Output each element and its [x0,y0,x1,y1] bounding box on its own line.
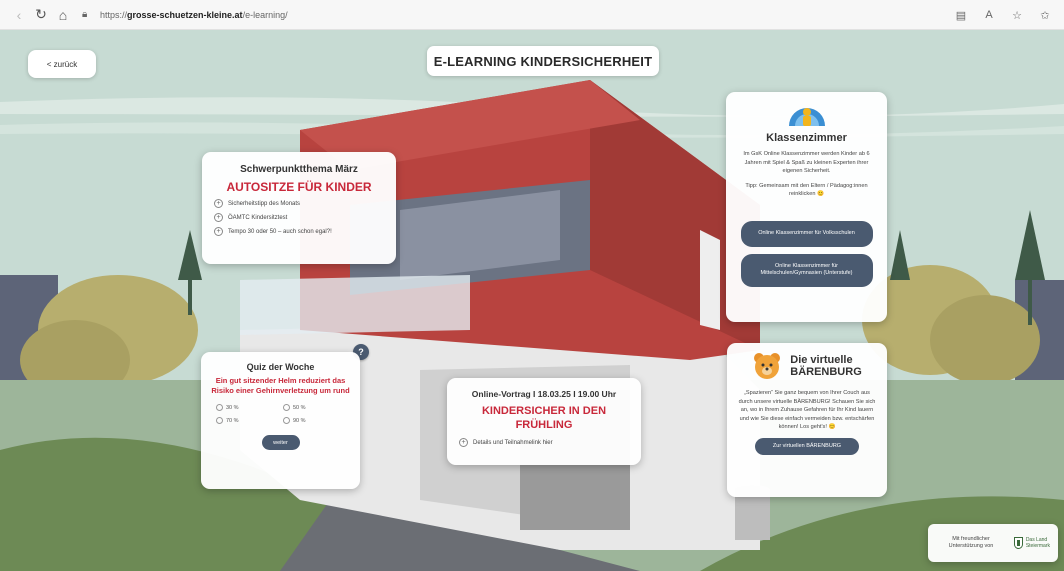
gsk-logo-icon [788,108,825,126]
radio-button[interactable] [283,417,290,424]
bear-castle-header: Die virtuelle BÄRENBURG [737,351,877,381]
topic-heading: Schwerpunktthema März [240,164,358,175]
bear-castle-card: Die virtuelle BÄRENBURG „Spazieren“ Sie … [727,343,887,497]
classroom-logo [785,98,829,128]
text-size-icon[interactable]: A [978,4,1000,26]
topic-subheading: AUTOSITZE FÜR KINDER [226,180,372,194]
quiz-option-label: 90 % [293,417,306,424]
lock-icon[interactable]: 🔒︎ [82,9,94,20]
sponsor-badge[interactable]: Mit freundlicher Unterstützung von Das L… [928,524,1058,562]
sponsor-logo: Das Land Steiermark [1013,537,1050,549]
topic-link-seat-test[interactable]: + ÖAMTC Kindersitztest [214,213,384,222]
classroom-card: Klassenzimmer Im GsK Online Klassenzimme… [726,92,887,322]
sponsor-logo-text: Das Land Steiermark [1026,537,1050,549]
bear-title-line2: BÄRENBURG [790,366,862,378]
reload-icon[interactable]: ↻ [30,4,52,26]
radio-button[interactable] [216,417,223,424]
plus-circle-icon: + [214,213,223,222]
plus-circle-icon: + [214,227,223,236]
star-icon[interactable]: ☆ [1006,4,1028,26]
url-path: /e-learning/ [242,9,288,20]
topic-card: Schwerpunktthema März AUTOSITZE FÜR KIND… [202,152,396,264]
quiz-heading: Quiz der Woche [246,362,315,372]
topic-link-tip[interactable]: + Sicherheitstipp des Monats [214,199,384,208]
classroom-tip: Tipp: Gemeinsam mit den Eltern / Pädagog… [745,182,868,198]
sponsor-logo-line2: Steiermark [1025,543,1050,549]
back-button[interactable]: < zurück [28,50,96,78]
quiz-card: Quiz der Woche Ein gut sitzender Helm re… [201,352,360,489]
topic-link-label: ÖAMTC Kindersitztest [228,214,288,221]
quiz-option-30[interactable]: 30 % [216,404,283,411]
bear-icon [754,353,781,379]
browser-toolbar: ‹ ↻ ⌂ 🔒︎ https://grosse-schuetzen-kleine… [0,0,1064,30]
back-arrow-icon[interactable]: ‹ [8,4,30,26]
lecture-link[interactable]: + Details und Teilnahmelink hier [459,438,629,447]
address-bar[interactable]: 🔒︎ https://grosse-schuetzen-kleine.at/e-… [82,4,922,26]
quiz-option-label: 50 % [293,404,306,411]
radio-button[interactable] [216,404,223,411]
sponsor-text: Mit freundlicher Unterstützung von [948,535,994,550]
page-title: E-LEARNING KINDERSICHERHEIT [427,46,659,76]
url-prefix: https:// [100,9,128,20]
favorites-icon[interactable]: ✩ [1034,4,1056,26]
lecture-heading: Online-Vortrag I 18.03.25 I 19.00 Uhr [471,389,617,399]
quiz-options: 30 % 50 % 70 % 90 % [211,404,350,424]
bear-castle-button[interactable]: Zur virtuellen BÄRENBURG [755,437,859,455]
lecture-title: KINDERSICHER IN DEN FRÜHLING [481,405,607,431]
coat-of-arms-icon [1013,537,1023,549]
url-host: grosse-schuetzen-kleine.at [127,9,243,20]
classroom-heading: Klassenzimmer [766,132,847,144]
quiz-option-label: 30 % [226,404,239,411]
browser-tools: ▤ A ☆ ✩ [950,4,1056,26]
plus-circle-icon: + [459,438,468,447]
quiz-question: Ein gut sitzender Helm reduziert das Ris… [211,376,350,395]
topic-link-label: Tempo 30 oder 50 – auch schon egal?! [228,228,332,235]
quiz-option-50[interactable]: 50 % [283,404,350,411]
lecture-card: Online-Vortrag I 18.03.25 I 19.00 Uhr KI… [447,378,641,465]
topic-link-label: Sicherheitstipp des Monats [228,200,301,207]
secondary-school-classroom-button[interactable]: Online Klassenzimmer für Mittelschulen/G… [740,253,873,287]
quiz-option-70[interactable]: 70 % [216,417,283,424]
radio-button[interactable] [283,404,290,411]
plus-circle-icon: + [214,199,223,208]
bear-title-line1: Die virtuelle [790,354,853,366]
quiz-option-90[interactable]: 90 % [283,417,350,424]
building-illustration [0,30,1064,571]
primary-school-classroom-button[interactable]: Online Klassenzimmer für Volksschulen [740,220,873,247]
quiz-option-label: 70 % [226,417,239,424]
bear-castle-title: Die virtuelle BÄRENBURG [790,354,862,378]
topic-link-tempo[interactable]: + Tempo 30 oder 50 – auch schon egal?! [214,227,384,236]
home-icon[interactable]: ⌂ [52,4,74,26]
reader-icon[interactable]: ▤ [950,4,972,26]
bear-castle-text: „Spazieren“ Sie ganz bequem von Ihrer Co… [738,390,876,430]
lecture-link-label: Details und Teilnahmelink hier [473,439,553,446]
scene: < zurück E-LEARNING KINDERSICHERHEIT Sch… [0,30,1064,571]
classroom-text: Im GsK Online Klassenzimmer werden Kinde… [743,151,870,174]
quiz-next-button[interactable]: weiter [261,435,300,450]
